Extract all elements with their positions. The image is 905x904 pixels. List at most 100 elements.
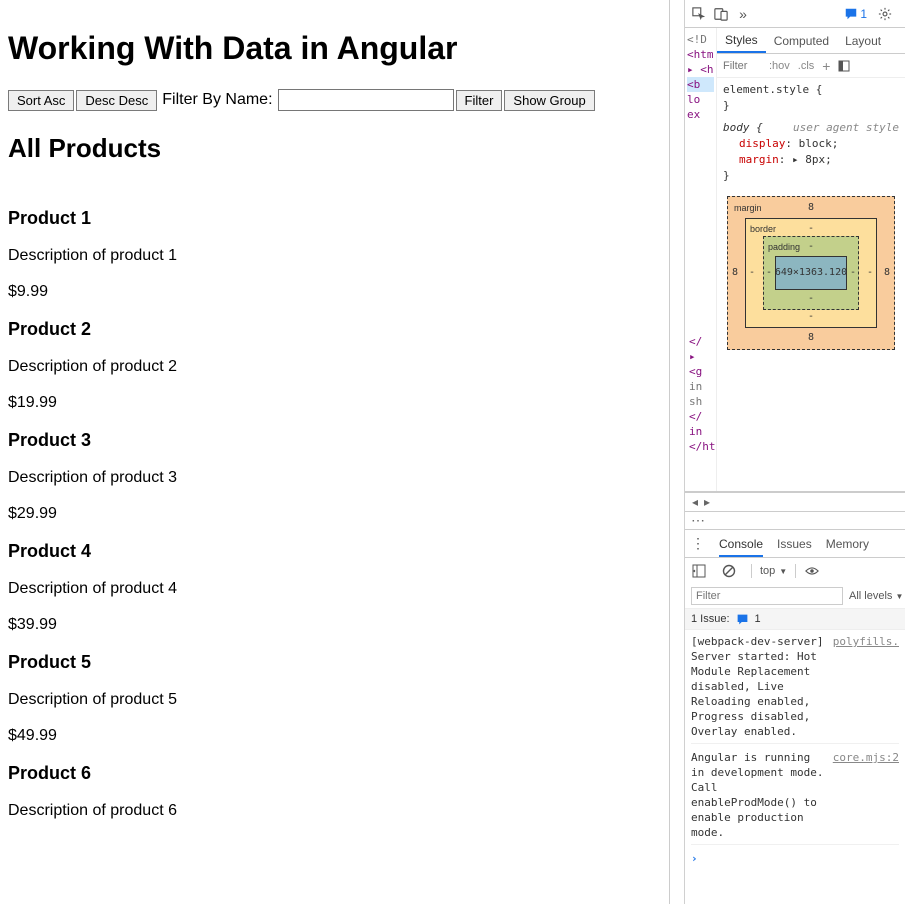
css-prop-display: display: [739, 137, 785, 150]
dom-line[interactable]: in: [689, 379, 712, 394]
tab-issues[interactable]: Issues: [777, 537, 812, 551]
product-desc: Description of product 5: [8, 691, 661, 709]
product-item: Product 5 Description of product 5 $49.99: [8, 652, 661, 745]
console-drawer: ⋮ Console Issues Memory top ▼: [685, 530, 905, 904]
issues-bar-count: 1: [755, 613, 761, 625]
box-model-diagram[interactable]: margin 8 8 8 8 border - - - - paddin: [727, 196, 895, 350]
box-padding-bottom: -: [808, 291, 814, 307]
product-item: Product 6Description of product 6: [8, 763, 661, 820]
product-item: Product 1Description of product 1$9.99: [8, 208, 661, 301]
dom-line[interactable]: lo: [687, 92, 714, 107]
product-name: Product 3: [8, 430, 661, 451]
ua-origin-label: user agent style: [793, 120, 899, 136]
more-tabs-icon[interactable]: »: [735, 6, 751, 22]
product-price: $9.99: [8, 283, 661, 301]
product-name: Product 5: [8, 652, 661, 673]
product-name: Product 1: [8, 208, 661, 229]
breadcrumb-left-icon[interactable]: ◂: [689, 496, 701, 508]
styles-rules[interactable]: element.style { } body { user agent styl…: [717, 78, 905, 358]
product-name: Product 4: [8, 541, 661, 562]
toggle-panel-icon[interactable]: [838, 60, 850, 72]
product-item: Product 2Description of product 2$19.99: [8, 319, 661, 412]
hov-toggle[interactable]: :hov: [769, 60, 790, 72]
dom-line[interactable]: </: [689, 409, 712, 424]
brace-close: }: [723, 169, 730, 182]
console-row: Angular is running in development mode. …: [691, 750, 899, 845]
issues-count: 1: [860, 7, 867, 21]
drawer-menu-icon[interactable]: ⋮: [691, 535, 705, 552]
console-output[interactable]: [webpack-dev-server] Server started: Hot…: [685, 630, 905, 904]
filter-button[interactable]: Filter: [456, 90, 503, 111]
product-item: Product 3Description of product 3$29.99: [8, 430, 661, 523]
console-filter-input[interactable]: [691, 587, 843, 605]
app-viewport: Working With Data in Angular Sort Asc De…: [0, 0, 670, 904]
chevron-down-icon: ▼: [895, 592, 903, 601]
css-val-margin: 8px: [805, 153, 825, 166]
console-source-link[interactable]: core.mjs:2: [833, 750, 899, 840]
tab-console[interactable]: Console: [719, 537, 763, 557]
tab-memory[interactable]: Memory: [826, 537, 869, 551]
box-border-bottom: -: [808, 309, 814, 325]
box-border-right: -: [867, 265, 873, 281]
dom-line[interactable]: ex: [687, 107, 714, 122]
desc-desc-button[interactable]: Desc Desc: [76, 90, 157, 111]
show-group-button[interactable]: Show Group: [504, 90, 594, 111]
context-selector[interactable]: top ▼: [760, 565, 787, 577]
gear-icon[interactable]: [877, 6, 893, 22]
issues-indicator[interactable]: 1: [844, 7, 867, 21]
dom-line[interactable]: in: [689, 424, 712, 439]
dom-line-selected[interactable]: <b: [687, 77, 714, 92]
section-heading: All Products: [8, 133, 661, 164]
styles-filter-input[interactable]: [721, 59, 761, 73]
dom-line[interactable]: ▸ <h: [687, 62, 714, 77]
issues-bar[interactable]: 1 Issue: 1: [685, 608, 905, 630]
log-levels-selector[interactable]: All levels ▼: [849, 590, 903, 602]
brace-close: }: [723, 99, 730, 112]
product-item: Product 4 Description of product 4 $39.99: [8, 541, 661, 634]
box-border-label: border: [750, 221, 776, 237]
filter-label: Filter By Name:: [162, 91, 272, 109]
filter-input[interactable]: [278, 89, 454, 111]
box-padding-label: padding: [768, 239, 800, 255]
controls-row: Sort Asc Desc Desc Filter By Name: Filte…: [8, 89, 661, 111]
overflow-dots[interactable]: ⋯: [685, 512, 905, 530]
tab-styles[interactable]: Styles: [717, 28, 766, 53]
elements-tree[interactable]: <!D <htm ▸ <h <b lo ex </ ▸ <g in sh </ …: [685, 28, 717, 491]
product-price: $29.99: [8, 505, 661, 523]
issues-bar-label: 1 Issue:: [691, 613, 730, 625]
cls-toggle[interactable]: .cls: [798, 60, 815, 72]
box-padding-top: -: [808, 239, 814, 255]
box-border-left: -: [749, 265, 755, 281]
styles-panel: Styles Computed Layout :hov .cls + eleme…: [717, 28, 905, 491]
plus-icon[interactable]: +: [822, 58, 830, 74]
dom-line[interactable]: </ht: [689, 439, 712, 454]
elements-breadcrumb: ◂ ▸: [685, 492, 905, 512]
dom-line[interactable]: <htm: [687, 47, 714, 62]
product-price: $39.99: [8, 616, 661, 634]
eye-icon[interactable]: [804, 563, 820, 579]
inspect-element-icon[interactable]: [691, 6, 707, 22]
console-source-link[interactable]: polyfills.: [833, 634, 899, 739]
device-toolbar-icon[interactable]: [713, 6, 729, 22]
breadcrumb-right-icon[interactable]: ▸: [701, 496, 713, 508]
styles-panel-tabs: Styles Computed Layout: [717, 28, 905, 54]
console-prompt-icon[interactable]: ›: [691, 852, 698, 865]
box-margin-bottom: 8: [808, 330, 814, 346]
product-list: Product 1Description of product 1$9.99Pr…: [8, 208, 661, 820]
console-message: Angular is running in development mode. …: [691, 750, 825, 840]
console-sidebar-icon[interactable]: [691, 563, 707, 579]
box-padding-left: -: [766, 265, 772, 281]
dom-line[interactable]: <!D: [687, 32, 714, 47]
tab-computed[interactable]: Computed: [766, 28, 837, 53]
tab-layout[interactable]: Layout: [837, 28, 889, 53]
sort-asc-button[interactable]: Sort Asc: [8, 90, 74, 111]
box-content-size: 649×1363.120: [775, 256, 847, 290]
product-desc: Description of product 4: [8, 580, 661, 598]
css-prop-margin: margin: [739, 153, 779, 166]
dom-line[interactable]: sh: [689, 394, 712, 409]
product-price: $49.99: [8, 727, 661, 745]
box-margin-top: 8: [808, 200, 814, 216]
clear-console-icon[interactable]: [721, 563, 737, 579]
dom-line[interactable]: </: [689, 334, 712, 349]
dom-line[interactable]: ▸ <g: [689, 349, 712, 379]
